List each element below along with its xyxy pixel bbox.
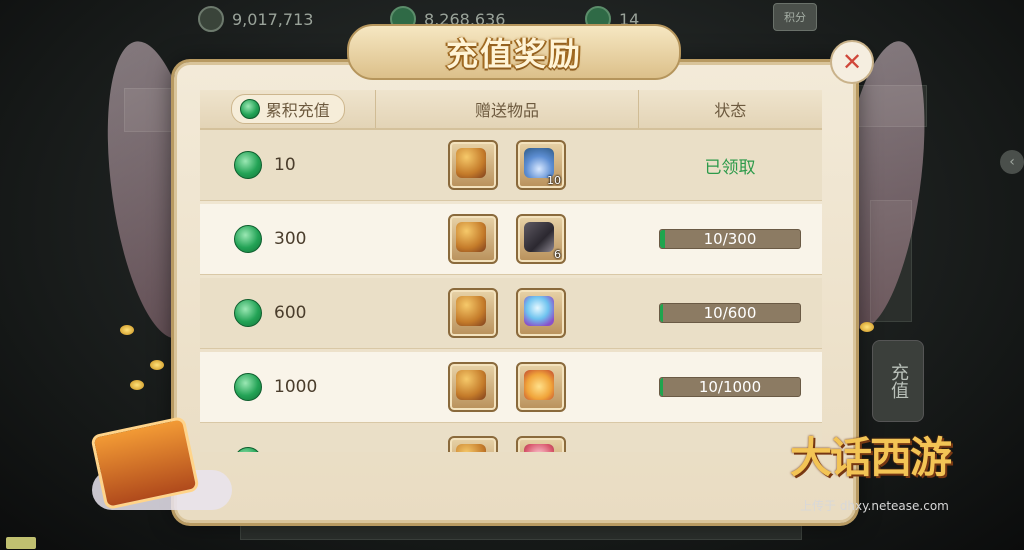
progress-bar: 10/600 <box>659 303 801 323</box>
coin-decoration <box>130 380 144 390</box>
watermark: 上传于 dhxy.netease.com <box>800 499 949 513</box>
gift-bag-icon[interactable] <box>516 362 566 412</box>
close-button[interactable]: ✕ <box>830 40 874 84</box>
item-quantity: 6 <box>554 248 561 261</box>
amount-cell: 1000 <box>200 373 376 401</box>
gift-items <box>376 362 638 412</box>
silver-amount: 9,017,713 <box>232 9 314 29</box>
claimed-status: 已领取 <box>704 157 756 178</box>
silver-currency: 9,017,713 <box>198 6 313 32</box>
recharge-side-button[interactable]: 充值 <box>872 340 924 422</box>
amount-cell: 10 <box>200 151 376 179</box>
amount-value: 600 <box>274 303 307 323</box>
crystal-orb-icon[interactable] <box>516 288 566 338</box>
gift-items <box>376 288 638 338</box>
status-cell: 10/1000 <box>638 377 822 397</box>
progress-text: 10/300 <box>703 230 757 248</box>
corner-indicator <box>6 537 36 549</box>
game-logo: 大话西游 <box>790 433 952 482</box>
red-gift-icon[interactable] <box>516 436 566 452</box>
moneybag-silver-icon[interactable] <box>448 362 498 412</box>
status-cell: 10/600 <box>638 303 822 323</box>
reward-list[interactable]: 10 10 已领取 300 6 10/300 600 10/600 1000 1… <box>200 130 822 452</box>
moneybag-silver-icon[interactable] <box>448 214 498 264</box>
close-icon: ✕ <box>841 48 863 76</box>
coin-decoration <box>860 322 874 332</box>
item-quantity: 10 <box>547 174 561 187</box>
progress-bar: 10/1000 <box>659 377 801 397</box>
progress-bar: 10/300 <box>659 229 801 249</box>
status-cell: 已领取 <box>638 153 822 178</box>
header-gifts: 赠送物品 <box>375 90 639 128</box>
status-cell: 10/300 <box>638 229 822 249</box>
table-row: 10 10 已领取 <box>200 130 822 201</box>
jade-icon <box>239 99 260 119</box>
moneybag-silver-icon[interactable] <box>448 140 498 190</box>
chevron-left-icon[interactable]: ‹ <box>1000 150 1024 174</box>
moneybag-silver-icon[interactable] <box>448 288 498 338</box>
gift-items: 10 <box>376 140 638 190</box>
header-cumulative-cell: 累积充值 <box>200 90 375 128</box>
table-row <box>200 426 822 452</box>
amount-value: 300 <box>274 229 307 249</box>
amount-cell <box>200 447 376 452</box>
moneybag-silver-icon[interactable] <box>448 436 498 452</box>
table-row: 300 6 10/300 <box>200 204 822 275</box>
silver-coin-icon <box>198 6 224 32</box>
cumulative-recharge-tab[interactable]: 累积充值 <box>230 94 345 124</box>
dialog-title: 充值奖励 <box>445 35 582 73</box>
amount-value: 1000 <box>274 377 318 397</box>
coin-decoration <box>120 325 134 335</box>
jade-icon <box>234 299 262 327</box>
gift-items <box>376 436 638 452</box>
progress-text: 10/600 <box>703 304 757 322</box>
jade-icon <box>234 151 262 179</box>
jade-icon <box>234 447 262 452</box>
table-row: 1000 10/1000 <box>200 352 822 423</box>
amount-cell: 600 <box>200 299 376 327</box>
progress-text: 10/1000 <box>698 378 762 396</box>
jade-icon <box>234 373 262 401</box>
jade-icon <box>234 225 262 253</box>
header-status: 状态 <box>714 101 747 120</box>
dark-stone-icon[interactable]: 6 <box>516 214 566 264</box>
table-header: 累积充值 赠送物品 状态 <box>200 90 822 130</box>
points-button[interactable]: 积分 <box>773 3 817 31</box>
coin-decoration <box>150 360 164 370</box>
amount-value: 10 <box>274 155 296 175</box>
title-plate: 充值奖励 <box>347 24 681 80</box>
gift-items: 6 <box>376 214 638 264</box>
amount-cell: 300 <box>200 225 376 253</box>
table-row: 600 10/600 <box>200 278 822 349</box>
plant-vase-icon[interactable]: 10 <box>516 140 566 190</box>
header-cumulative-label: 累积充值 <box>265 101 330 120</box>
